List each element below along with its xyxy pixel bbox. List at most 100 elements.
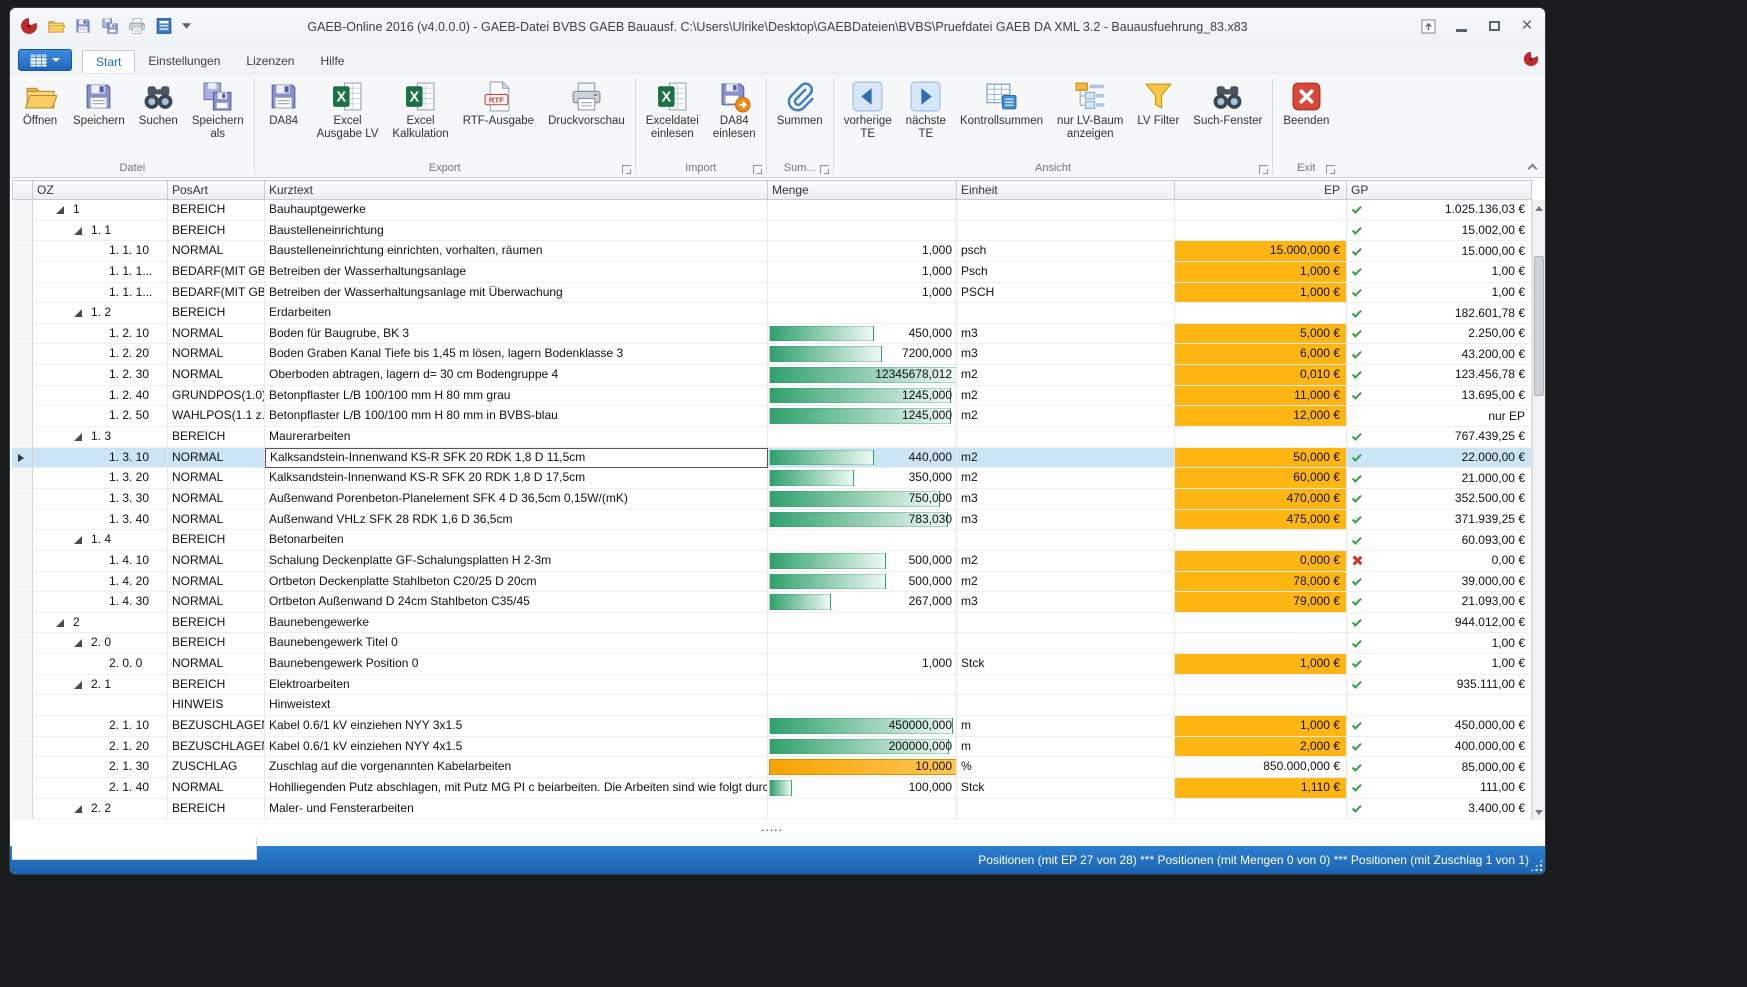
table-row[interactable]: 1. 3. 30NORMALAußenwand Porenbeton-Plane… [12, 489, 1532, 510]
scrollbar-track[interactable] [1533, 216, 1545, 804]
table-row[interactable]: 1. 2. 40GRUNDPOS(1.0)Betonpflaster L/B 1… [12, 386, 1532, 407]
row-indicator[interactable] [12, 324, 33, 345]
table-row[interactable]: 1. 2BEREICHErdarbeiten182.601,78 € [12, 303, 1532, 324]
qat-customize-button[interactable] [182, 23, 191, 29]
ribbon-button-print-preview[interactable]: Druckvorschau [541, 77, 632, 128]
table-row[interactable]: 1. 4. 10NORMALSchalung Deckenplatte GF-S… [12, 551, 1532, 572]
row-indicator[interactable] [12, 406, 33, 427]
column-header-oz[interactable]: OZ [33, 180, 168, 200]
ribbon-button-open[interactable]: Öffnen [14, 77, 66, 128]
maximize-button[interactable] [1484, 17, 1504, 35]
qat-print-button[interactable] [128, 17, 146, 35]
dialog-launcher-button[interactable] [1259, 165, 1268, 174]
ribbon-button-summen[interactable]: Summen [770, 77, 830, 128]
table-row[interactable]: 2. 2BEREICHMaler- und Fensterarbeiten3.4… [12, 799, 1532, 820]
dialog-launcher-button[interactable] [753, 165, 762, 174]
column-header-einheit[interactable]: Einheit [957, 180, 1175, 200]
tab-einstellungen[interactable]: Einstellungen [135, 50, 233, 73]
column-header-ep[interactable]: EP [1175, 180, 1347, 200]
row-indicator[interactable] [12, 241, 33, 262]
table-row[interactable]: 1. 3BEREICHMaurerarbeiten767.439,25 € [12, 427, 1532, 448]
table-row[interactable]: 2. 1BEREICHElektroarbeiten935.111,00 € [12, 675, 1532, 696]
file-menu-button[interactable] [18, 49, 72, 71]
table-row[interactable]: 1. 1. 1...BEDARF(MIT GB)Betreiben der Wa… [12, 283, 1532, 304]
expand-icon[interactable] [74, 309, 82, 317]
table-row[interactable]: 1BEREICHBauhauptgewerke1.025.136,03 € [12, 200, 1532, 221]
table-row[interactable]: 2. 1. 20BEZUSCHLAGENKabel 0.6/1 kV einzi… [12, 737, 1532, 758]
row-indicator[interactable] [12, 716, 33, 737]
table-row[interactable]: 1. 4BEREICHBetonarbeiten60.093,00 € [12, 530, 1532, 551]
row-indicator[interactable] [12, 757, 33, 778]
dialog-launcher-button[interactable] [1326, 165, 1335, 174]
minimize-button[interactable] [1451, 17, 1471, 35]
table-row[interactable]: 1. 1BEREICHBaustelleneinrichtung15.002,0… [12, 221, 1532, 242]
table-row[interactable]: 1. 2. 50WAHLPOS(1.1 z...Betonpflaster L/… [12, 406, 1532, 427]
table-row[interactable]: 1. 4. 30NORMALOrtbeton Außenwand D 24cm … [12, 592, 1532, 613]
expand-icon[interactable] [56, 619, 64, 627]
expand-icon[interactable] [56, 206, 64, 214]
row-indicator[interactable] [12, 221, 33, 242]
row-indicator[interactable] [12, 262, 33, 283]
scrollbar-thumb[interactable] [1534, 256, 1544, 396]
ribbon-button-prev-te[interactable]: vorherige TE [837, 77, 899, 141]
column-header-posart[interactable]: PosArt [168, 180, 265, 200]
row-indicator[interactable] [12, 303, 33, 324]
row-indicator[interactable] [12, 427, 33, 448]
vertical-scrollbar[interactable] [1532, 200, 1545, 820]
row-indicator[interactable] [12, 468, 33, 489]
expand-icon[interactable] [74, 805, 82, 813]
table-row[interactable]: 2. 1. 30ZUSCHLAGZuschlag auf die vorgena… [12, 757, 1532, 778]
expand-icon[interactable] [74, 227, 82, 235]
row-indicator[interactable] [12, 695, 33, 716]
table-row[interactable]: 2. 1. 10BEZUSCHLAGENKabel 0.6/1 kV einzi… [12, 716, 1532, 737]
table-row[interactable]: 1. 3. 20NORMALKalksandstein-Innenwand KS… [12, 468, 1532, 489]
column-header-gp[interactable]: GP [1347, 180, 1532, 200]
table-row[interactable]: 2BEREICHBaunebengewerke944.012,00 € [12, 613, 1532, 634]
ribbon-button-save-as[interactable]: Speichern als [185, 77, 251, 141]
row-indicator[interactable] [12, 633, 33, 654]
scroll-down-button[interactable] [1533, 804, 1545, 820]
row-indicator[interactable] [12, 551, 33, 572]
qat-report-button[interactable] [155, 17, 173, 35]
table-row[interactable]: 1. 2. 10NORMALBoden für Baugrube, BK 345… [12, 324, 1532, 345]
column-header-menge[interactable]: Menge [768, 180, 957, 200]
ribbon-button-beenden[interactable]: Beenden [1276, 77, 1336, 128]
ribbon-button-search-window[interactable]: Such-Fenster [1186, 77, 1269, 128]
row-indicator[interactable] [12, 386, 33, 407]
scroll-up-button[interactable] [1533, 200, 1545, 216]
table-row[interactable]: 1. 1. 1...BEDARF(MIT GB)Betreiben der Wa… [12, 262, 1532, 283]
expand-icon[interactable] [74, 433, 82, 441]
table-row[interactable]: HINWEISHinweistext [12, 695, 1532, 716]
row-indicator[interactable] [12, 799, 33, 820]
row-indicator[interactable] [12, 778, 33, 799]
row-indicator[interactable] [12, 675, 33, 696]
row-indicator[interactable] [12, 448, 33, 469]
qat-save-button[interactable] [74, 17, 92, 35]
ribbon-button-excel-lv-export[interactable]: XExcel Ausgabe LV [310, 77, 386, 141]
qat-open-button[interactable] [47, 17, 65, 35]
row-indicator[interactable] [12, 489, 33, 510]
ribbon-button-save[interactable]: Speichern [66, 77, 132, 128]
expand-icon[interactable] [74, 681, 82, 689]
ribbon-button-search[interactable]: Suchen [132, 77, 185, 128]
table-row[interactable]: 1. 4. 20NORMALOrtbeton Deckenplatte Stah… [12, 572, 1532, 593]
column-header-kurztext[interactable]: Kurztext [265, 180, 768, 200]
row-indicator[interactable] [12, 737, 33, 758]
row-indicator[interactable] [12, 530, 33, 551]
ribbon-button-da84-export[interactable]: DA84 [258, 77, 310, 128]
expand-icon[interactable] [74, 639, 82, 647]
qat-save-as-button[interactable] [101, 17, 119, 35]
resize-grip[interactable] [1530, 859, 1543, 872]
row-indicator[interactable] [12, 510, 33, 531]
ribbon-button-lv-tree-only[interactable]: nur LV-Baum anzeigen [1050, 77, 1130, 141]
appearance-button[interactable] [1418, 17, 1438, 35]
ribbon-button-next-te[interactable]: nächste TE [899, 77, 953, 141]
table-row[interactable]: 2. 0. 0NORMALBaunebengewerk Position 01,… [12, 654, 1532, 675]
ribbon-button-rtf-export[interactable]: RTFRTF-Ausgabe [456, 77, 541, 128]
table-row[interactable]: 2. 0BEREICHBaunebengewerk Titel 01,00 € [12, 633, 1532, 654]
tab-hilfe[interactable]: Hilfe [307, 50, 357, 73]
expand-icon[interactable] [74, 536, 82, 544]
row-indicator[interactable] [12, 654, 33, 675]
dialog-launcher-button[interactable] [820, 165, 829, 174]
ribbon-button-kontrollsummen[interactable]: Kontrollsummen [953, 77, 1050, 128]
